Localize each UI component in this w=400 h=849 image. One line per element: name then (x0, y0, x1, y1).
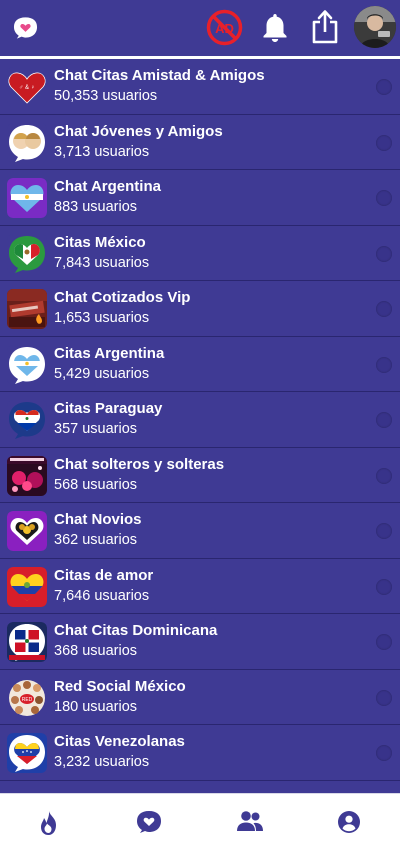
svg-text:RED: RED (22, 697, 33, 703)
room-thumbnail (7, 122, 47, 163)
room-user-count: 362 usuarios (54, 532, 138, 548)
room-title: Chat Jóvenes y Amigos (54, 122, 223, 140)
room-user-count: 1,653 usuarios (54, 310, 150, 326)
list-item[interactable]: Citas Venezolanas 3,232 usuarios (0, 725, 400, 781)
more-icon (376, 79, 392, 95)
room-thumbnail: RED (7, 677, 47, 718)
more-icon (376, 467, 392, 484)
room-title: Citas Venezolanas (54, 733, 185, 750)
no-ads-icon[interactable]: AD (206, 9, 243, 46)
room-title: Citas de amor (54, 566, 154, 584)
room-thumbnail (7, 566, 47, 607)
bottom-navigation (0, 793, 400, 849)
more-icon (376, 689, 392, 706)
more-icon (376, 523, 392, 539)
room-user-count: 883 usuarios (54, 199, 138, 215)
profile-avatar[interactable] (354, 6, 396, 48)
svg-text:♂ & ♀: ♂ & ♀ (19, 85, 35, 91)
chat-room-list[interactable]: ♂ & ♀ Chat Citas Amistad & Amigos 50,353… (0, 59, 400, 793)
room-user-count: 50,353 usuarios (54, 88, 158, 104)
list-item[interactable]: Chat solteros y solteras 568 usuarios (0, 448, 400, 503)
room-user-count: 3,232 usuarios (54, 754, 150, 770)
list-item[interactable]: Citas Argentina 5,429 usuarios (0, 337, 400, 392)
heart-chat-icon[interactable] (13, 16, 38, 40)
heart-chat-icon[interactable] (136, 810, 162, 836)
room-thumbnail: ♂ & ♀ (7, 67, 47, 107)
list-item[interactable]: Chat Jóvenes y Amigos 3,713 usuarios (0, 115, 400, 170)
flame-icon[interactable] (37, 810, 63, 836)
group-icon[interactable] (236, 810, 263, 836)
more-icon (376, 412, 392, 428)
list-item[interactable]: Chat Argentina 883 usuarios (0, 170, 400, 226)
more-icon (376, 190, 392, 206)
more-icon (376, 134, 392, 151)
room-user-count: 7,843 usuarios (54, 254, 150, 271)
share-icon[interactable] (311, 9, 339, 44)
room-title: Citas Paraguay (54, 400, 163, 417)
room-user-count: 5,429 usuarios (54, 365, 150, 382)
more-icon (376, 301, 392, 317)
room-thumbnail (7, 233, 47, 274)
list-item[interactable]: Citas Paraguay 357 usuarios (0, 392, 400, 448)
bell-icon[interactable] (260, 12, 290, 43)
room-user-count: 368 usuarios (54, 643, 138, 659)
room-title: Chat Novios (54, 511, 142, 528)
room-thumbnail (7, 289, 47, 329)
list-item[interactable]: RED Red Social México 180 usuarios (0, 670, 400, 725)
room-title: Citas México (54, 233, 146, 251)
room-user-count: 357 usuarios (54, 421, 138, 437)
list-item[interactable]: Citas de amor 7,646 usuarios (0, 559, 400, 614)
room-title: Chat Cotizados Vip (54, 289, 191, 306)
more-icon (376, 745, 392, 761)
room-thumbnail (7, 400, 47, 440)
room-user-count: 7,646 usuarios (54, 587, 150, 604)
svg-text:AD: AD (215, 21, 234, 36)
room-user-count: 568 usuarios (54, 476, 138, 493)
room-thumbnail (7, 733, 47, 773)
list-item[interactable]: ♂ & ♀ Chat Citas Amistad & Amigos 50,353… (0, 59, 400, 115)
more-icon (376, 634, 392, 650)
room-thumbnail (7, 622, 47, 662)
room-title: Citas Argentina (54, 344, 165, 362)
room-title: Chat solteros y solteras (54, 455, 225, 473)
list-item[interactable]: Chat Citas Dominicana 368 usuarios (0, 614, 400, 670)
room-title: Chat Citas Dominicana (54, 622, 218, 639)
list-item[interactable]: Chat Cotizados Vip 1,653 usuarios (0, 281, 400, 337)
room-thumbnail (7, 511, 47, 551)
more-icon (376, 356, 392, 373)
room-title: Chat Argentina (54, 178, 161, 195)
room-user-count: 180 usuarios (54, 698, 138, 715)
top-app-bar: AD (0, 0, 400, 56)
room-title: Red Social México (54, 677, 186, 695)
room-thumbnail (7, 344, 47, 385)
list-item[interactable]: Chat Novios 362 usuarios (0, 503, 400, 559)
more-icon (376, 578, 392, 595)
account-icon[interactable] (337, 810, 363, 836)
room-title: Chat Citas Amistad & Amigos (54, 67, 265, 84)
room-thumbnail (7, 455, 47, 496)
room-thumbnail (7, 178, 47, 218)
more-icon (376, 245, 392, 262)
room-user-count: 3,713 usuarios (54, 143, 150, 160)
list-item[interactable]: Citas México 7,843 usuarios (0, 226, 400, 281)
